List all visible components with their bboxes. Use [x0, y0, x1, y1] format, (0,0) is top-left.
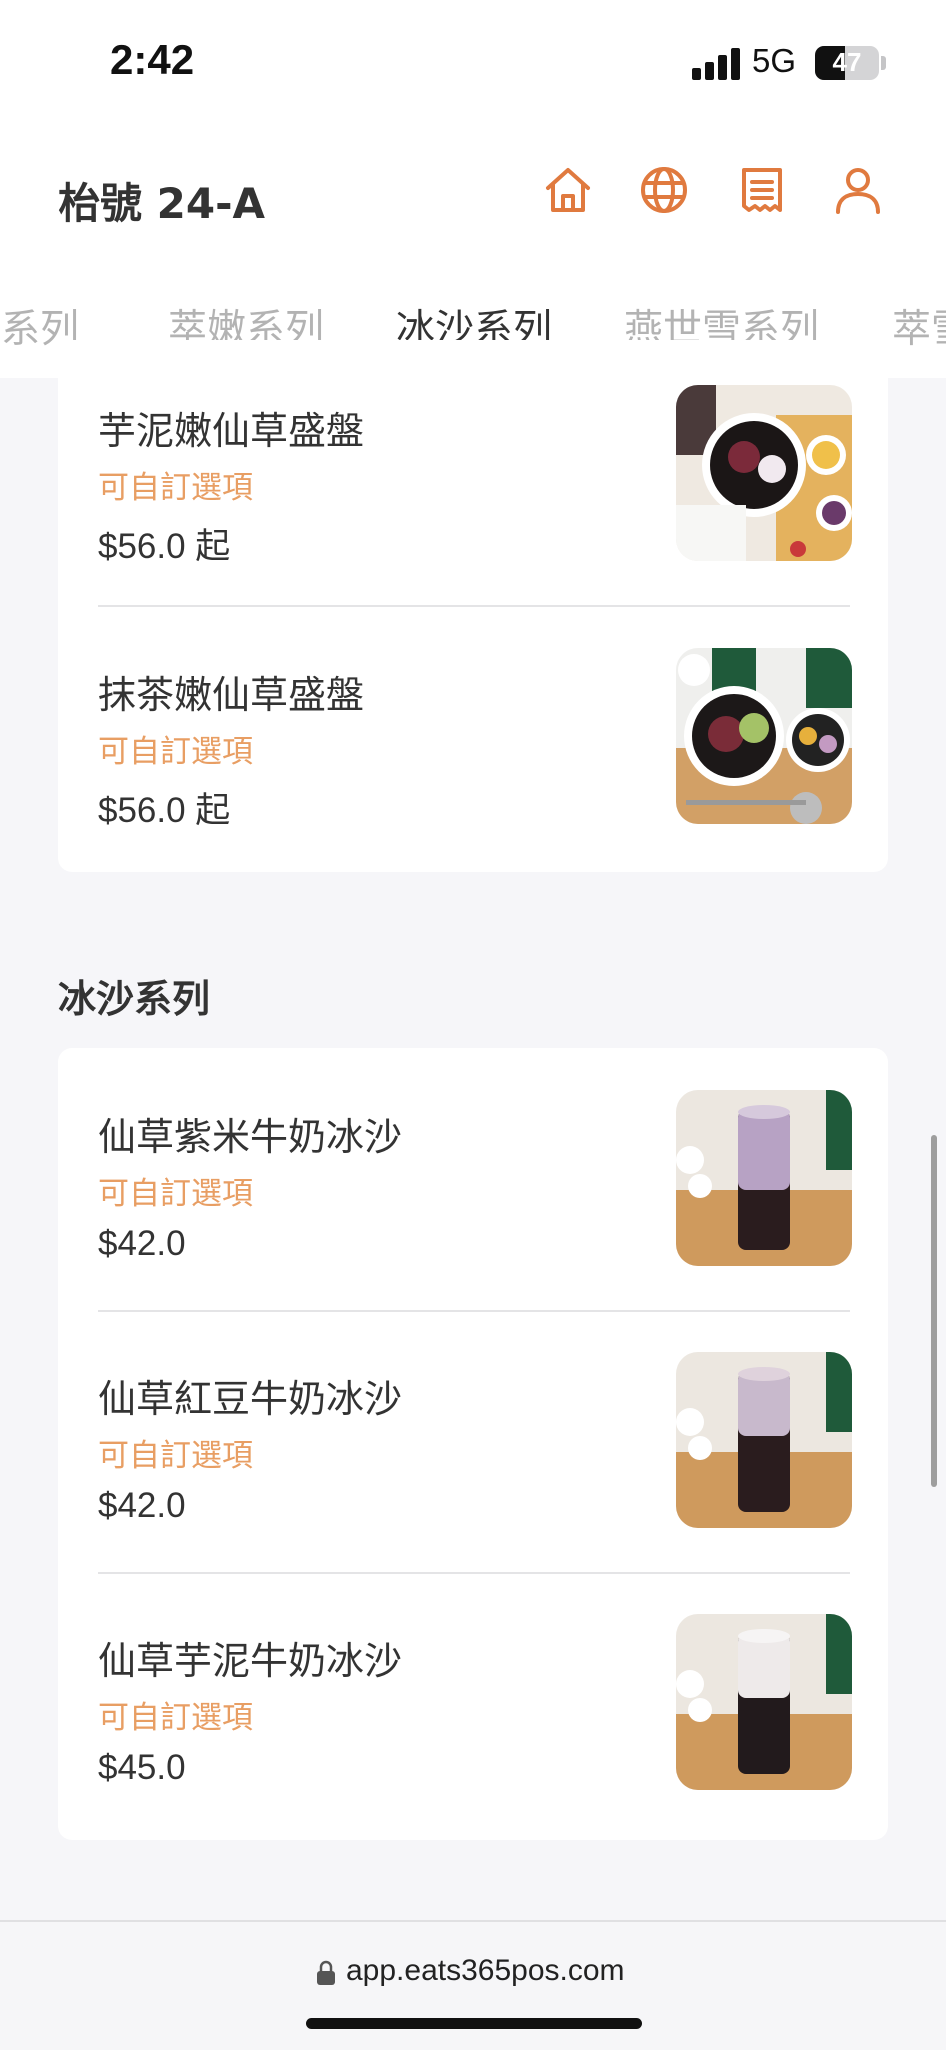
item-divider [98, 1310, 850, 1312]
item-image-taro-platter[interactable] [676, 385, 852, 561]
item-divider [98, 605, 850, 607]
scrollbar[interactable] [931, 1135, 937, 1487]
status-time: 2:42 [110, 36, 195, 83]
network-label: 5G [752, 42, 797, 79]
lock-icon [317, 1960, 335, 1985]
section-title-smoothie: 冰沙系列 [58, 977, 211, 1021]
item-price: $42.0 [98, 1224, 186, 1263]
item-price: $56.0 起 [98, 527, 231, 566]
item-image-purple-rice-smoothie[interactable] [676, 1090, 852, 1266]
item-price: $45.0 [98, 1748, 186, 1787]
menu-card-platters: 芋泥嫩仙草盛盤 可自訂選項 $56.0 起 抹茶嫩仙草盛盤 可自訂選項 $56.… [58, 340, 888, 872]
user-icon[interactable] [830, 162, 886, 218]
menu-card-smoothies: 仙草紫米牛奶冰沙 可自訂選項 $42.0 仙草紅豆牛奶冰沙 可自訂選項 $42.… [58, 1048, 888, 1840]
item-price: $42.0 [98, 1486, 186, 1525]
battery-level: 47 [832, 47, 862, 77]
item-option-label: 可自訂選項 [98, 470, 253, 506]
receipt-icon[interactable] [734, 162, 790, 218]
item-price: $56.0 起 [98, 791, 231, 830]
tab-cui-xue-series[interactable]: 萃雪 [892, 298, 946, 354]
globe-icon[interactable] [636, 162, 692, 218]
item-image-red-bean-smoothie[interactable] [676, 1352, 852, 1528]
home-icon[interactable] [540, 162, 596, 218]
item-option-label: 可自訂選項 [98, 734, 253, 770]
item-name: 仙草芋泥牛奶冰沙 [98, 1639, 403, 1683]
item-option-label: 可自訂選項 [98, 1176, 253, 1212]
item-divider [98, 1572, 850, 1574]
home-indicator[interactable] [306, 2018, 642, 2029]
status-bar: 2:42 5G 47 [0, 0, 946, 120]
item-option-label: 可自訂選項 [98, 1438, 253, 1474]
url-text: app.eats365pos.com [346, 1954, 625, 1987]
browser-url-bar[interactable]: app.eats365pos.com [0, 1920, 946, 2050]
table-number-title: 枱號 24-A [58, 179, 266, 228]
item-image-matcha-platter[interactable] [676, 648, 852, 824]
signal-icon [692, 48, 740, 80]
item-name: 仙草紅豆牛奶冰沙 [98, 1377, 403, 1421]
item-name: 仙草紫米牛奶冰沙 [98, 1115, 403, 1159]
item-name: 抹茶嫩仙草盛盤 [98, 673, 365, 717]
item-image-taro-smoothie[interactable] [676, 1614, 852, 1790]
app-header: 枱號 24-A [0, 120, 946, 270]
battery-cap [881, 56, 886, 70]
battery-icon: 47 [815, 46, 879, 80]
item-name: 芋泥嫩仙草盛盤 [98, 409, 365, 453]
item-option-label: 可自訂選項 [98, 1700, 253, 1736]
